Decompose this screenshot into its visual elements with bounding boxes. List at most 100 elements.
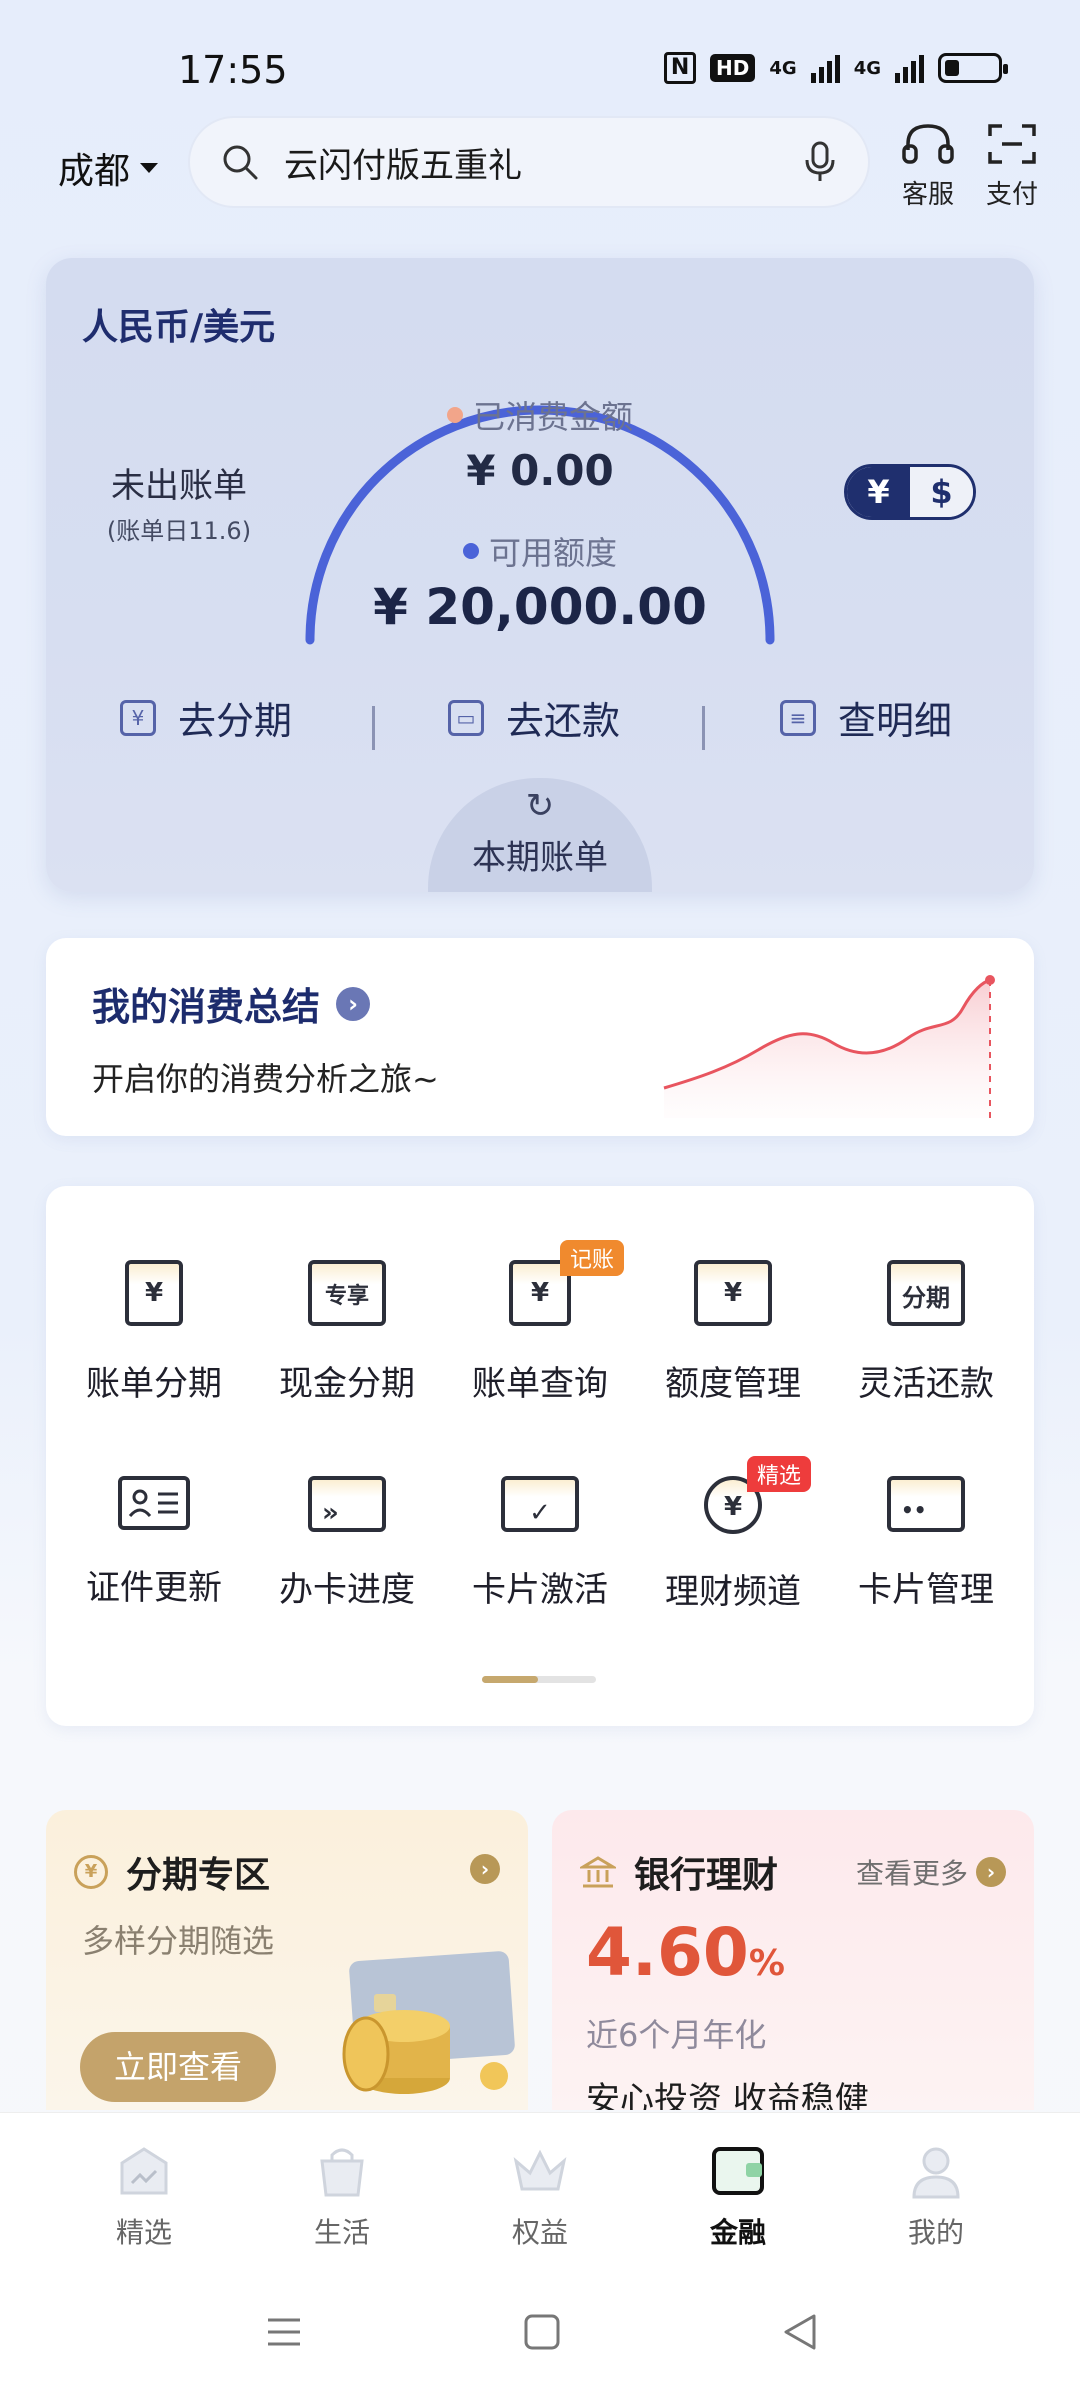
nav-label: 精选 [115,2216,172,2249]
menu-item-bill-installment[interactable]: ¥ 账单分期 [56,1260,252,1430]
installment-action[interactable]: ¥ 去分期 [120,690,292,745]
installment-zone-title: 分期专区 [126,1855,271,1896]
current-bill-tab[interactable]: ↻ 本期账单 [428,778,652,892]
spent-dot [446,407,463,423]
nav-benefits[interactable]: 权益 [470,2141,610,2251]
divider [702,706,705,750]
menu-label: 账单查询 [472,1364,608,1404]
badge-bookkeeping: 记账 [560,1240,625,1276]
hd-icon: HD [710,54,756,82]
refresh-icon: ↻ [525,786,555,826]
installment-icon: ¥ [120,699,156,736]
city-selector[interactable]: 成都 [58,142,159,194]
view-more-link[interactable]: 查看更多 › [856,1852,1006,1892]
details-action[interactable]: ≡ 查明细 [780,690,952,745]
back-icon[interactable] [780,2312,820,2352]
service-menu-grid: ¥ 账单分期 专享 现金分期 ¥ 记账 账单查询 ¥ 额度管理 分期 灵活还款 [46,1186,1034,1726]
summary-title: 我的消费总结 [92,985,321,1029]
caret-down-icon [140,163,159,173]
nav-label: 权益 [511,2216,568,2249]
app-page: 17:55 N HD 4G 4G 成都 云闪付版五重礼 客服 支付 人民币/美元… [0,0,1080,2400]
chevron-right-icon: › [976,1857,1006,1887]
repay-label: 去还款 [506,699,621,743]
search-icon [223,145,258,180]
view-now-button[interactable]: 立即查看 [80,2032,276,2102]
card-and-coins-illustration [342,1951,515,2094]
usd-option[interactable]: $ [910,467,973,517]
menu-icon[interactable] [264,2312,304,2352]
cny-option[interactable]: ¥ [847,467,910,517]
status-icons: N HD 4G 4G [664,52,1008,84]
available-dot [462,543,479,559]
home-icon[interactable] [522,2312,562,2352]
wealth-slogan: 安心投资 收益稳健 [586,2080,869,2110]
menu-item-flexible-repayment[interactable]: 分期 灵活还款 [828,1260,1024,1430]
menu-item-card-progress[interactable]: » 办卡进度 [249,1476,445,1646]
installment-zone-subtitle: 多样分期随选 [82,1922,275,1960]
nav-life[interactable]: 生活 [272,2141,412,2251]
spending-summary-card[interactable]: 我的消费总结 › 开启你的消费分析之旅~ [46,938,1034,1136]
header: 成都 云闪付版五重礼 客服 支付 [0,112,1080,222]
wallet-icon [712,2147,764,2195]
microphone-icon[interactable] [802,140,838,184]
menu-item-wealth-channel[interactable]: ¥ 精选 理财频道 [635,1456,831,1646]
shopping-bag-icon [320,2148,364,2197]
bill-installment-icon: ¥ [125,1260,183,1326]
card-management-icon: •• [887,1476,965,1532]
menu-label: 现金分期 [279,1364,415,1404]
details-label: 查明细 [838,699,953,743]
menu-item-cash-installment[interactable]: 专享 现金分期 [249,1260,445,1430]
menu-item-id-update[interactable]: 证件更新 [56,1476,252,1646]
bottom-navigation: 精选 生活 权益 金融 我的 [0,2112,1080,2272]
badge-featured: 精选 [747,1456,812,1492]
nav-mine[interactable]: 我的 [866,2141,1006,2251]
bank-wealth-card[interactable]: 银行理财 查看更多 › 4.60% 近6个月年化 安心投资 收益稳健 [552,1810,1034,2110]
customer-service-label: 客服 [901,180,954,210]
spent-label-row: 已消费金额 [46,392,1034,438]
menu-label: 额度管理 [665,1364,801,1404]
card-activation-icon: ✓ [501,1476,579,1532]
current-bill-label: 本期账单 [472,838,608,878]
available-label: 可用额度 [488,534,617,572]
nfc-icon: N [664,52,697,84]
status-time: 17:55 [178,48,288,92]
installment-zone-card[interactable]: ¥ 分期专区 › 多样分期随选 立即查看 [46,1810,528,2110]
id-card-icon [128,1489,178,1518]
featured-icon [120,2147,168,2195]
battery-icon [938,53,1008,83]
menu-label: 理财频道 [665,1572,801,1612]
nav-label: 生活 [313,2216,370,2249]
installment-label: 去分期 [178,699,293,743]
menu-item-bill-query[interactable]: ¥ 记账 账单查询 [442,1240,638,1430]
cash-installment-icon: 专享 [308,1260,386,1326]
menu-label: 办卡进度 [279,1570,415,1610]
system-navigation-bar [0,2272,1080,2400]
search-bar[interactable]: 云闪付版五重礼 [188,116,870,208]
chevron-right-icon: › [336,986,371,1021]
yen-coin-icon: ¥ [74,1855,108,1889]
id-update-icon [118,1476,190,1530]
nav-featured[interactable]: 精选 [74,2141,214,2251]
currency-title: 人民币/美元 [82,307,276,348]
repay-action[interactable]: ▭ 去还款 [448,690,620,745]
city-name: 成都 [58,151,131,192]
menu-item-limit-management[interactable]: ¥ 额度管理 [635,1260,831,1430]
pay-button[interactable]: 支付 [972,120,1052,211]
search-input[interactable]: 云闪付版五重礼 [284,138,802,187]
4g-label: 4G [853,57,881,79]
menu-item-card-management[interactable]: •• 卡片管理 [828,1476,1024,1646]
spending-trend-graphic [663,975,995,1118]
scan-pay-icon [988,124,1036,164]
rate-value: 4.60 [586,1914,749,1991]
chevron-right-icon[interactable]: › [470,1854,500,1884]
card-progress-icon: » [308,1476,386,1532]
menu-item-card-activation[interactable]: ✓ 卡片激活 [442,1476,638,1646]
headset-icon [902,124,954,164]
nav-finance[interactable]: 金融 [668,2141,808,2251]
nav-label: 金融 [709,2216,766,2249]
currency-toggle[interactable]: ¥ $ [844,464,976,520]
customer-service-button[interactable]: 客服 [888,120,968,211]
nav-label: 我的 [907,2216,964,2249]
limit-management-icon: ¥ [694,1260,772,1326]
menu-label: 灵活还款 [858,1364,994,1404]
